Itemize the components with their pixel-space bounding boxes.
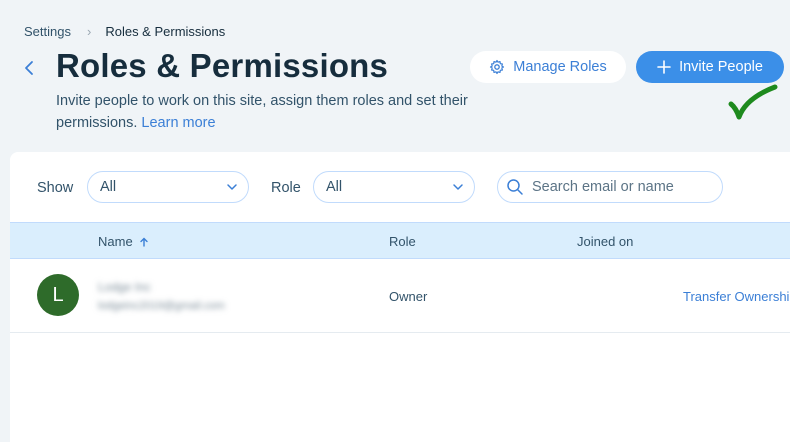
manage-roles-label: Manage Roles [513, 59, 607, 75]
chevron-down-icon [453, 184, 463, 190]
manage-roles-button[interactable]: Manage Roles [470, 51, 626, 83]
user-role: Owner [389, 289, 428, 304]
search-input[interactable] [530, 178, 714, 196]
breadcrumb: Settings › Roles & Permissions [24, 24, 225, 39]
role-select[interactable]: All [313, 171, 475, 203]
sort-ascending-icon [140, 237, 149, 247]
breadcrumb-current: Roles & Permissions [105, 24, 226, 39]
back-arrow-icon[interactable] [20, 58, 40, 78]
role-select-value: All [326, 179, 343, 195]
user-name: Lodge Inc [98, 280, 151, 294]
table-header: Name Role Joined on [10, 222, 790, 259]
users-card: Show All Role All Name [10, 152, 790, 442]
breadcrumb-settings[interactable]: Settings [24, 24, 71, 39]
plus-icon [657, 60, 671, 74]
role-label: Role [271, 180, 301, 196]
invite-people-button[interactable]: Invite People [636, 51, 784, 83]
column-joined-header: Joined on [577, 234, 634, 249]
column-name-header[interactable]: Name [98, 234, 149, 249]
gear-icon [490, 59, 505, 75]
show-select[interactable]: All [87, 171, 249, 203]
page-subtitle: Invite people to work on this site, assi… [56, 90, 476, 134]
chevron-down-icon [227, 184, 237, 190]
breadcrumb-separator-icon: › [86, 24, 92, 39]
learn-more-link[interactable]: Learn more [141, 115, 215, 131]
table-row: L Lodge Inc lodgeinc2019@gmail.com Owner… [10, 259, 790, 333]
avatar: L [37, 274, 79, 316]
subtitle-text: Invite people to work on this site, assi… [56, 93, 468, 131]
search-icon [507, 179, 523, 195]
show-label: Show [37, 180, 74, 196]
search-box [497, 171, 723, 203]
filter-bar: Show All Role All [10, 152, 790, 222]
invite-people-label: Invite People [679, 59, 763, 75]
checkmark-icon [728, 84, 778, 120]
column-role-header: Role [389, 234, 416, 249]
page-title: Roles & Permissions [56, 47, 389, 84]
column-name-label: Name [98, 234, 133, 249]
show-select-value: All [100, 179, 117, 195]
transfer-ownership-link[interactable]: Transfer Ownership [683, 289, 790, 304]
user-email: lodgeinc2019@gmail.com [98, 300, 225, 312]
